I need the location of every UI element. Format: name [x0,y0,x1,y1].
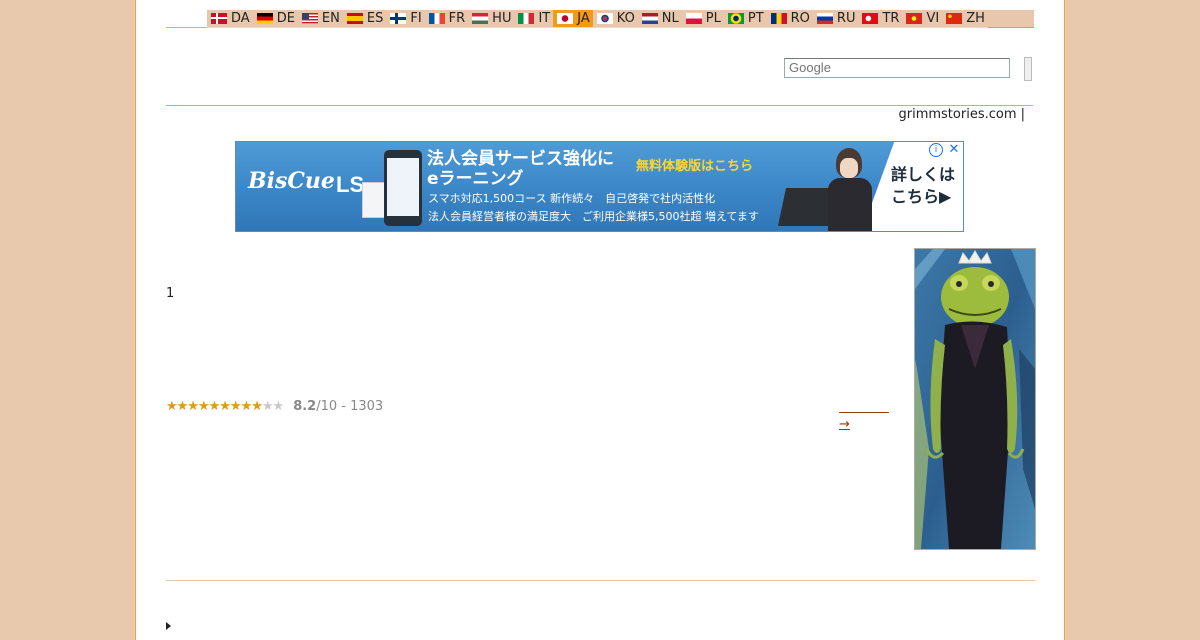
flag-fi-icon [390,12,407,24]
google-search [784,57,1032,81]
story-number: 1 [166,286,175,301]
ad-brand-suffix: LS [336,172,365,197]
language-code: PL [705,10,721,26]
phone-image [384,150,422,226]
language-code: EN [321,10,340,26]
language-link-nl[interactable]: NL [637,10,682,28]
language-code: FI [410,10,422,26]
ad-cta[interactable]: 無料体験版はこちら [636,155,753,174]
search-input[interactable] [784,57,1010,78]
divider [166,580,1035,581]
language-link-ko[interactable]: KO [592,10,638,28]
language-code: NL [661,10,679,26]
language-code: RU [836,10,856,26]
rating-out-of: /10 [316,399,338,414]
flag-cn-icon [946,12,963,24]
language-code: IT [538,10,551,26]
stars-filled: ★★★★★★★★★★★ [166,399,262,414]
ad-headline: 法人会員サービス強化に eラーニング [427,149,614,189]
flag-hu-icon [472,12,489,24]
person-image [828,146,872,231]
language-link-ru[interactable]: RU [812,10,859,28]
language-link-de[interactable]: DE [252,10,298,28]
expand-triangle-icon[interactable] [166,622,171,630]
flag-us-icon [301,12,318,24]
rating-votes: - 1303 [337,399,384,414]
ad-details-link[interactable]: 詳しくは こちら▶ [891,164,955,208]
rating: ★★★★★★★★★★★ ★★★★★★★★★★★ 8.2/10 - 1303 [166,399,383,414]
divider [166,105,1033,106]
frog-prince-illustration [914,248,1036,550]
flag-de-icon [256,12,273,24]
search-button[interactable] [1024,57,1032,81]
ad-subtext-2: 法人会員経営者様の満足度大 ご利用企業様5,500社超 増えてます [428,210,759,223]
ad-banner[interactable]: BisCue LS 法人会員サービス強化に eラーニング 無料体験版はこちら ス… [235,141,964,232]
ad-brand: BisCue [248,168,335,194]
language-code: RO [790,10,810,26]
flag-dk-icon [211,12,227,24]
ad-subtext-1: スマホ対応1,500コース 新作続々 自己啓発で社内活性化 [428,192,716,205]
flag-vn-icon [906,12,923,24]
flag-es-icon [346,12,363,24]
language-code: DE [276,10,295,26]
flag-pl-icon [685,12,702,24]
flag-fr-icon [428,12,445,24]
language-link-hu[interactable]: HU [468,10,515,28]
ad-close-icon[interactable]: ✕ [947,142,961,157]
language-link-fr[interactable]: FR [424,10,469,28]
language-code: ES [366,10,384,26]
flag-it-icon [518,12,535,24]
language-code: TR [882,10,900,26]
rating-score: 8.2 [293,399,317,414]
language-code: FR [448,10,466,26]
language-link-pl[interactable]: PL [681,10,724,28]
language-link-tr[interactable]: TR [858,10,903,28]
language-bar: DA DE EN ES FI FR HU IT JA KO NL PL PT RO RU TR VI ZH [207,9,1034,28]
language-link-ja[interactable]: JA [553,9,593,28]
flag-kr-icon [596,12,613,24]
language-link-ro[interactable]: RO [766,10,813,28]
language-link-zh[interactable]: ZH [942,10,988,28]
divider [166,27,207,28]
site-link[interactable]: grimmstories.com | [899,107,1026,122]
language-code: ZH [966,10,985,26]
language-link-vi[interactable]: VI [902,10,943,28]
flag-tr-icon [862,12,879,24]
language-code: VI [926,10,940,26]
flag-nl-icon [641,12,658,24]
language-code: PT [747,10,764,26]
rating-text: 8.2/10 - 1303 [293,399,383,414]
flag-br-icon [727,12,744,24]
language-link-en[interactable]: EN [297,10,343,28]
language-link-it[interactable]: IT [514,10,554,28]
page-content: DA DE EN ES FI FR HU IT JA KO NL PL PT RO RU TR VI ZH gri… [135,0,1065,640]
language-code: HU [492,10,512,26]
flag-ro-icon [770,12,787,24]
star-rating[interactable]: ★★★★★★★★★★★ ★★★★★★★★★★★ [166,399,284,414]
language-link-da[interactable]: DA [207,10,253,28]
next-arrow-link[interactable]: → [839,412,889,432]
language-code: JA [577,10,590,26]
language-link-es[interactable]: ES [342,10,387,28]
flag-jp-icon [557,12,574,24]
language-code: DA [231,10,250,26]
ad-info-icon[interactable]: i [929,143,943,157]
flag-ru-icon [816,12,833,24]
language-link-fi[interactable]: FI [386,10,425,28]
language-code: KO [616,10,635,26]
language-link-pt[interactable]: PT [723,10,767,28]
